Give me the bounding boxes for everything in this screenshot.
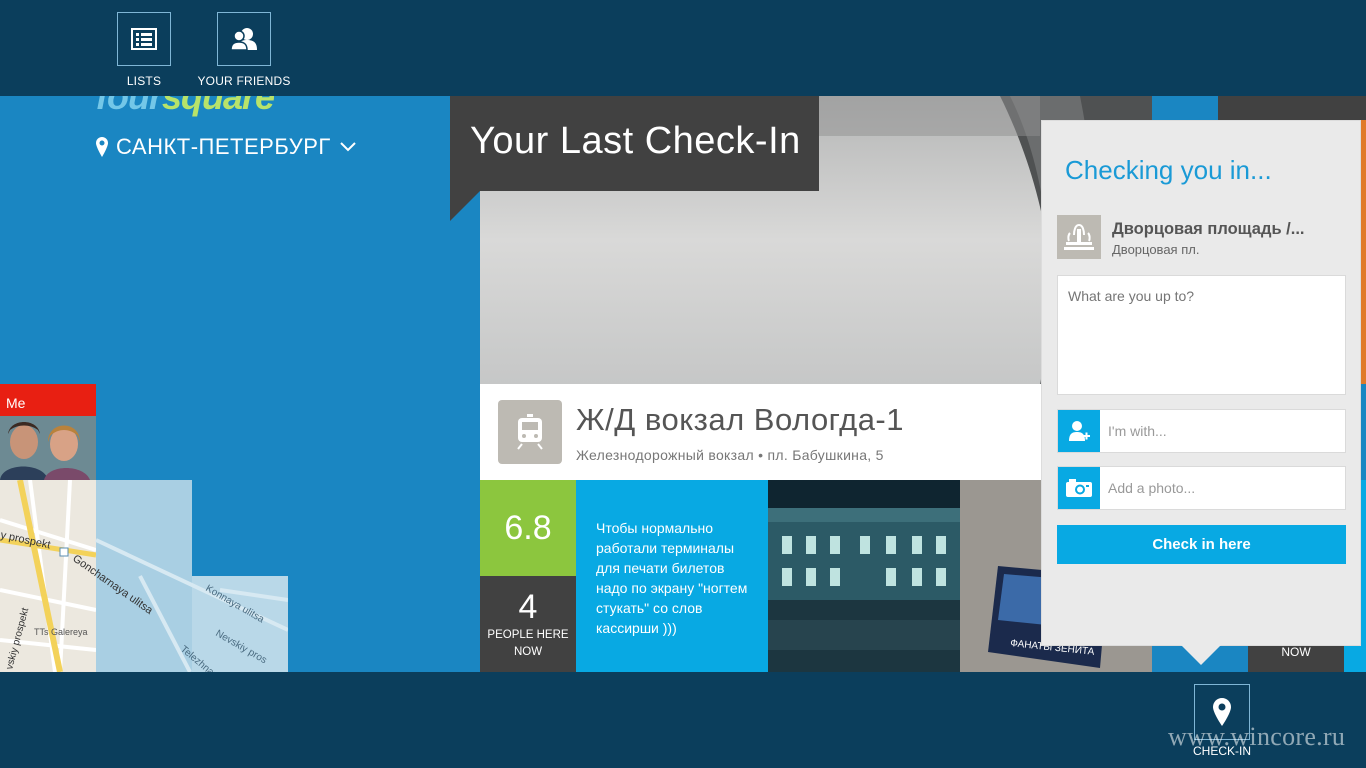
venue-photo-night[interactable] [768, 480, 960, 672]
comment-input[interactable] [1057, 275, 1346, 395]
watermark: www.wincore.ru [1168, 722, 1346, 751]
check-in-here-button[interactable]: Check in here [1057, 525, 1346, 564]
your-friends-label: YOUR FRIENDS [197, 74, 291, 88]
people-here-tile[interactable]: 4 PEOPLE HERE NOW [480, 576, 576, 672]
camera-icon [1066, 479, 1092, 497]
lists-icon-box [117, 12, 171, 66]
me-tile[interactable]: Me [0, 384, 96, 480]
lists-button[interactable]: LISTS [94, 12, 194, 88]
lists-label: LISTS [126, 74, 162, 88]
map-tile[interactable]: y prospekt Goncharnaya ulitsa Konnaya ul… [0, 480, 288, 672]
behind-tile-cyan-bottom [1344, 644, 1366, 672]
with-friends-field[interactable]: I'm with... [1057, 409, 1346, 453]
people-label: PEOPLE HERE NOW [487, 629, 569, 658]
with-friends-placeholder: I'm with... [1108, 423, 1167, 439]
add-friend-icon-box [1058, 410, 1100, 452]
fountain-icon [1064, 224, 1094, 250]
list-icon [131, 28, 157, 50]
add-person-icon [1069, 421, 1090, 441]
behind-tile-dark [1218, 96, 1366, 120]
checkin-flyout: Checking you in... Дворцовая площадь /..… [1041, 120, 1361, 646]
top-app-bar: LISTS YOUR FRIENDS [0, 0, 1366, 96]
map-image: y prospekt Goncharnaya ulitsa Konnaya ul… [0, 480, 288, 672]
your-friends-button[interactable]: YOUR FRIENDS [194, 12, 294, 88]
flyout-venue-name: Дворцовая площадь /... [1112, 220, 1305, 238]
flyout-title: Checking you in... [1065, 155, 1272, 185]
map-label-poi: TTs Galereya [34, 627, 88, 637]
friends-icon [230, 28, 257, 51]
tip-text: Чтобы нормально работали терминалы для п… [596, 520, 748, 636]
city-name: САНКТ-ПЕТЕРБУРГ [116, 134, 331, 159]
bottom-app-bar: CHECK-IN www.wincore.ru [0, 672, 1366, 768]
night-station-photo [768, 480, 960, 672]
add-photo-placeholder: Add a photo... [1108, 480, 1196, 496]
train-icon [517, 414, 543, 450]
camera-icon-box [1058, 467, 1100, 509]
add-photo-field[interactable]: Add a photo... [1057, 466, 1346, 510]
venue-score: 6.8 [504, 508, 552, 547]
venue-score-tile: 6.8 [480, 480, 576, 576]
venue-address: Железнодорожный вокзал • пл. Бабушкина, … [576, 447, 884, 463]
flyout-pointer [1181, 645, 1221, 665]
last-checkin-header: Your Last Check-In [450, 96, 819, 191]
behind-tile-now: NOW [1248, 644, 1344, 672]
location-pin-icon [96, 137, 108, 157]
flyout-venue-address: Дворцовая пл. [1112, 242, 1200, 257]
behind-tile-blue [1152, 96, 1218, 120]
venue-name: Ж/Д вокзал Вологда-1 [576, 402, 904, 437]
now-label: NOW [1281, 645, 1311, 659]
friends-icon-box [217, 12, 271, 66]
tip-tile[interactable]: Чтобы нормально работали терминалы для п… [576, 480, 768, 672]
header-corner [450, 191, 480, 221]
city-selector[interactable]: САНКТ-ПЕТЕРБУРГ [96, 134, 357, 160]
train-icon-box [498, 400, 562, 464]
fountain-icon-box [1057, 215, 1101, 259]
chevron-down-icon [340, 142, 356, 152]
people-count: 4 [518, 588, 538, 626]
me-label: Me [0, 384, 96, 416]
